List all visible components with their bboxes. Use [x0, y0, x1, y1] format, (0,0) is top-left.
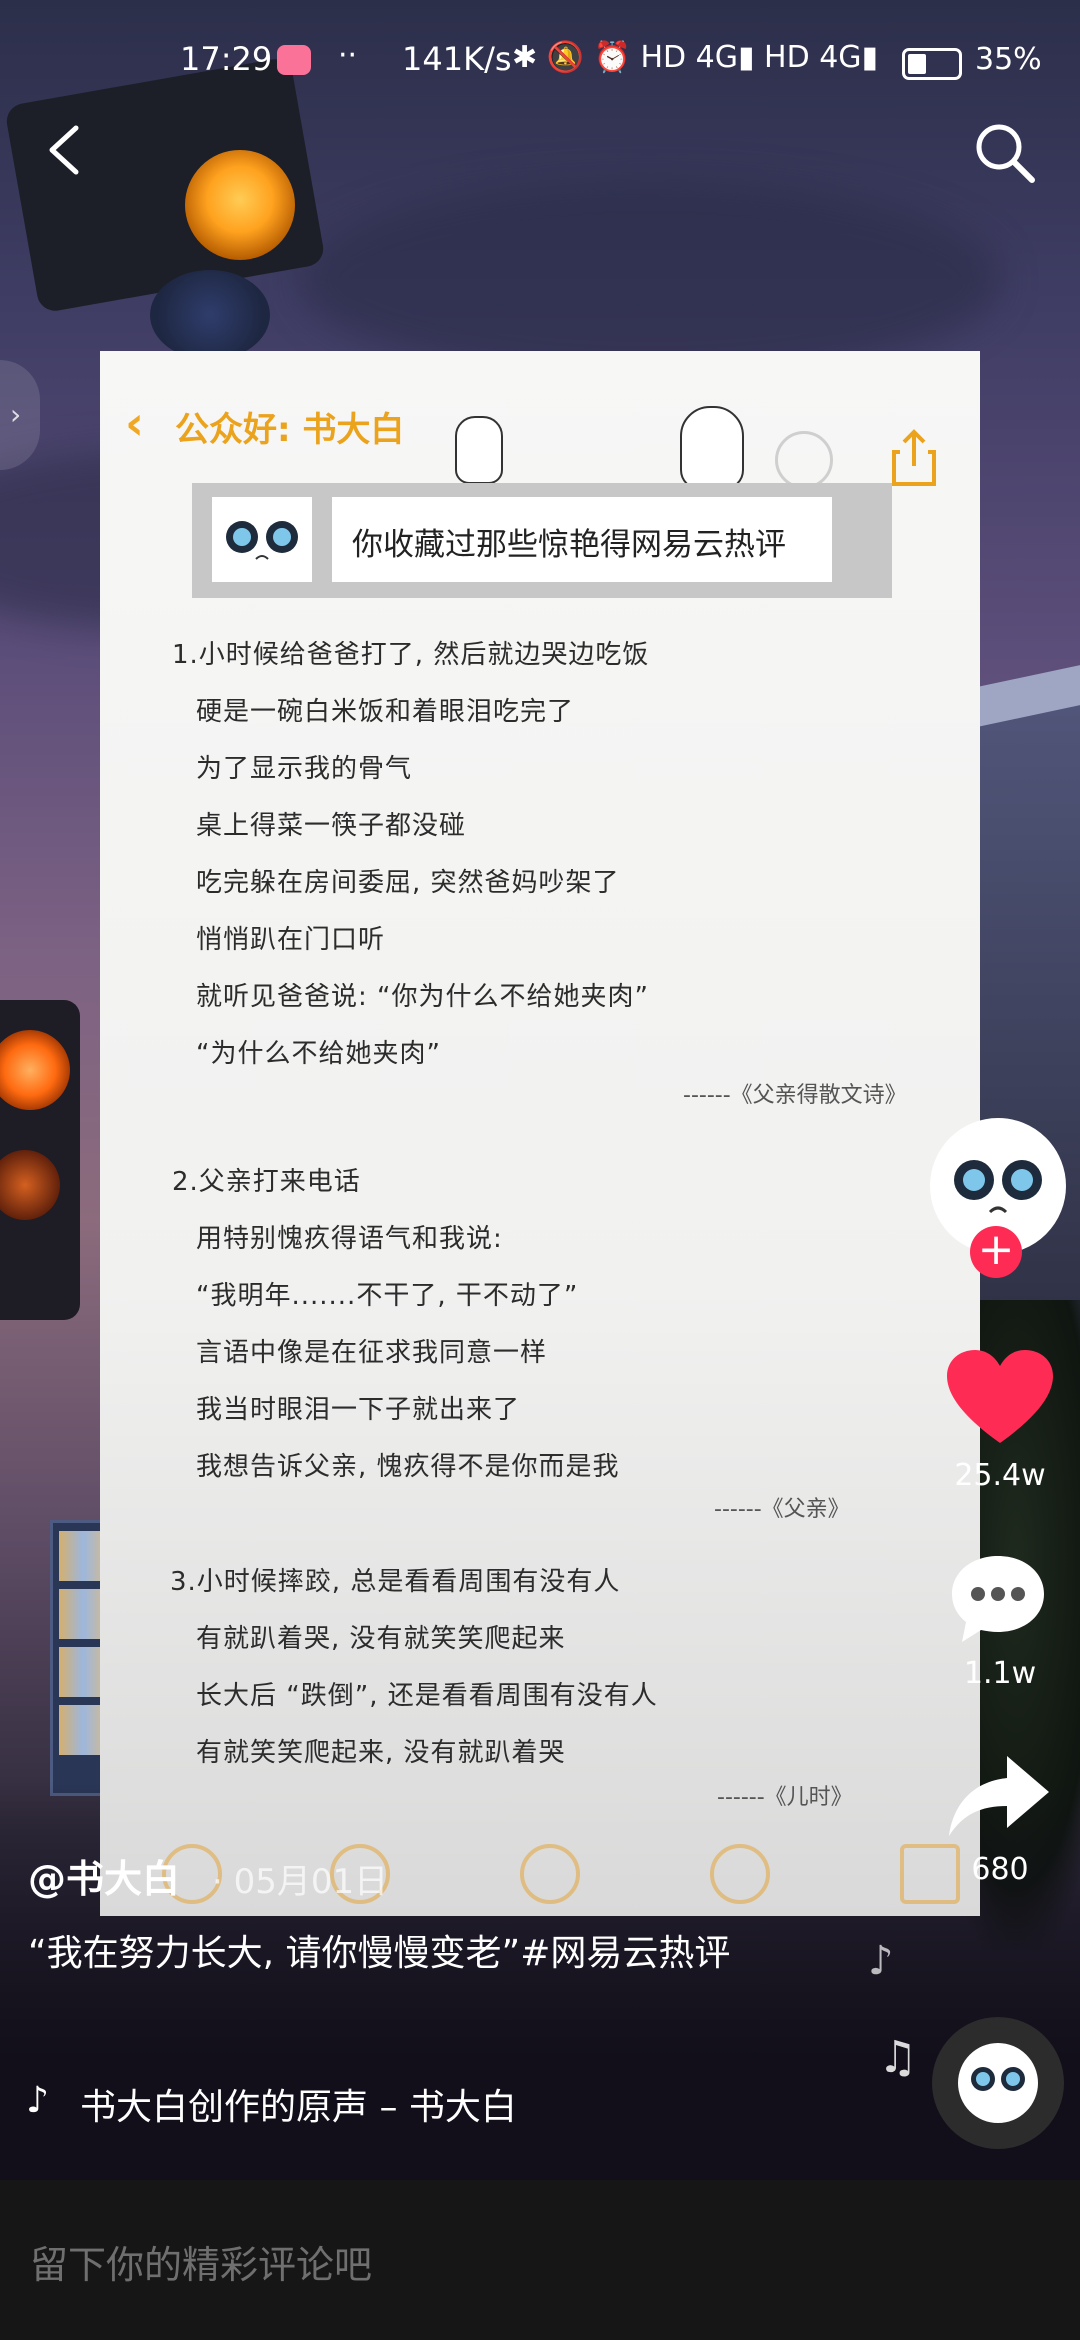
music-note-icon: ♫ [878, 2032, 918, 2083]
sticker-dog [680, 406, 744, 490]
search-button[interactable] [970, 118, 1040, 188]
video-caption[interactable]: “我在努力长大, 请你慢慢变老”#网易云热评 [28, 1922, 808, 1986]
camera-icon [520, 1844, 580, 1904]
network-speed: 141K/s [402, 40, 512, 78]
poem-line: 我当时眼泪一下子就出来了 [196, 1395, 521, 1425]
title-banner: 你收藏过那些惊艳得网易云热评 [192, 483, 892, 598]
comment-count: 1.1w [963, 1656, 1037, 1691]
follow-button[interactable]: + [970, 1226, 1022, 1278]
sticker-bottle [455, 416, 503, 484]
chevron-left-icon [49, 125, 79, 175]
traffic-light-blue [150, 270, 270, 360]
poem-line: 言语中像是在征求我同意一样 [196, 1338, 548, 1368]
music-title[interactable]: 书大白创作的原声 – 书大白 [80, 2078, 525, 2130]
cat-avatar-icon [212, 497, 312, 582]
poem-line: 用特别愧疚得语气和我说: [196, 1224, 503, 1254]
poem-line: 2.父亲打来电话 [172, 1167, 361, 1197]
poem-line: 有就趴着哭, 没有就笑笑爬起来 [196, 1624, 566, 1654]
status-icons: ✱ 🔕 ⏰ HD 4G▮ HD 4G▮ [512, 40, 879, 75]
status-time: 17:29 [180, 40, 273, 78]
comment-icon [952, 1556, 1044, 1642]
poem-line: “为什么不给她夹肉” [196, 1039, 441, 1069]
status-bar: 17:29 ·· 141K/s ✱ 🔕 ⏰ HD 4G▮ HD 4G▮ 35% [0, 0, 1080, 90]
poem-line: 桌上得菜一筷子都没碰 [196, 811, 467, 841]
comment-input[interactable]: 留下你的精彩评论吧 [30, 2234, 372, 2289]
traffic-light-amber [185, 150, 295, 260]
comment-bar[interactable]: 留下你的精彩评论吧 [0, 2180, 1080, 2340]
music-icon: ♪ [26, 2080, 49, 2121]
notes-header: ‹ 公众好: 书大白 [100, 386, 980, 489]
battery-icon [902, 48, 962, 80]
notes-card: ‹ 公众好: 书大白 你收藏过那些惊艳得网易云热评 1.小时候给爸爸打了, 然后… [100, 351, 980, 1916]
post-date: · 05月01日 [212, 1862, 389, 1902]
like-count: 25.4w [954, 1458, 1046, 1493]
music-disc[interactable] [932, 2017, 1064, 2149]
poem-line: 我想告诉父亲, 愧疚得不是你而是我 [196, 1452, 620, 1482]
poem-source: ------《儿时》 [717, 1785, 853, 1810]
poem-line: 长大后 “跌倒”, 还是看看周围有没有人 [196, 1681, 658, 1711]
share-icon [892, 429, 936, 486]
banner-title: 你收藏过那些惊艳得网易云热评 [352, 527, 786, 563]
bilibili-icon [277, 45, 311, 75]
share-button[interactable] [945, 1752, 1055, 1842]
poem-source: ------《父亲得散文诗》 [683, 1083, 907, 1108]
poem-line: 为了显示我的骨气 [196, 754, 413, 784]
author-name[interactable]: @书大白 [28, 1848, 180, 1903]
heart-icon [947, 1350, 1053, 1443]
user-icon [775, 431, 833, 489]
poem-line: 吃完躲在房间委屈, 突然爸妈吵架了 [196, 868, 620, 898]
status-dots: ·· [338, 38, 358, 73]
markup-icon [710, 1844, 770, 1904]
like-button[interactable] [945, 1348, 1055, 1448]
comment-button[interactable] [948, 1548, 1048, 1648]
poem-line: “我明年.......不干了, 干不动了” [196, 1281, 579, 1311]
cat-avatar-icon [958, 2043, 1038, 2123]
cloud [300, 180, 1000, 380]
share-arrow-icon [949, 1756, 1049, 1836]
poem-line: 有就笑笑爬起来, 没有就趴着哭 [196, 1738, 566, 1768]
poem-line: 就听见爸爸说: “你为什么不给她夹肉” [196, 982, 649, 1012]
search-icon [976, 124, 1035, 183]
notes-title: 公众好: 书大白 [175, 410, 405, 450]
poem-line: 3.小时候摔跤, 总是看看周围有没有人 [170, 1567, 621, 1597]
poem-source: ------《父亲》 [714, 1497, 850, 1522]
banner-text-box: 你收藏过那些惊艳得网易云热评 [332, 497, 832, 582]
back-button[interactable] [40, 120, 90, 180]
notes-back-icon: ‹ [125, 396, 144, 450]
share-count: 680 [971, 1852, 1029, 1887]
poem-line: 1.小时候给爸爸打了, 然后就边哭边吃饭 [172, 640, 650, 670]
battery-percent: 35% [975, 42, 1042, 77]
poem-line: 硬是一碗白米饭和着眼泪吃完了 [196, 697, 575, 727]
poem-line: 悄悄趴在门口听 [196, 925, 386, 955]
music-note-icon: ♪ [868, 1938, 894, 1984]
side-tab-arrow: › [10, 398, 22, 431]
